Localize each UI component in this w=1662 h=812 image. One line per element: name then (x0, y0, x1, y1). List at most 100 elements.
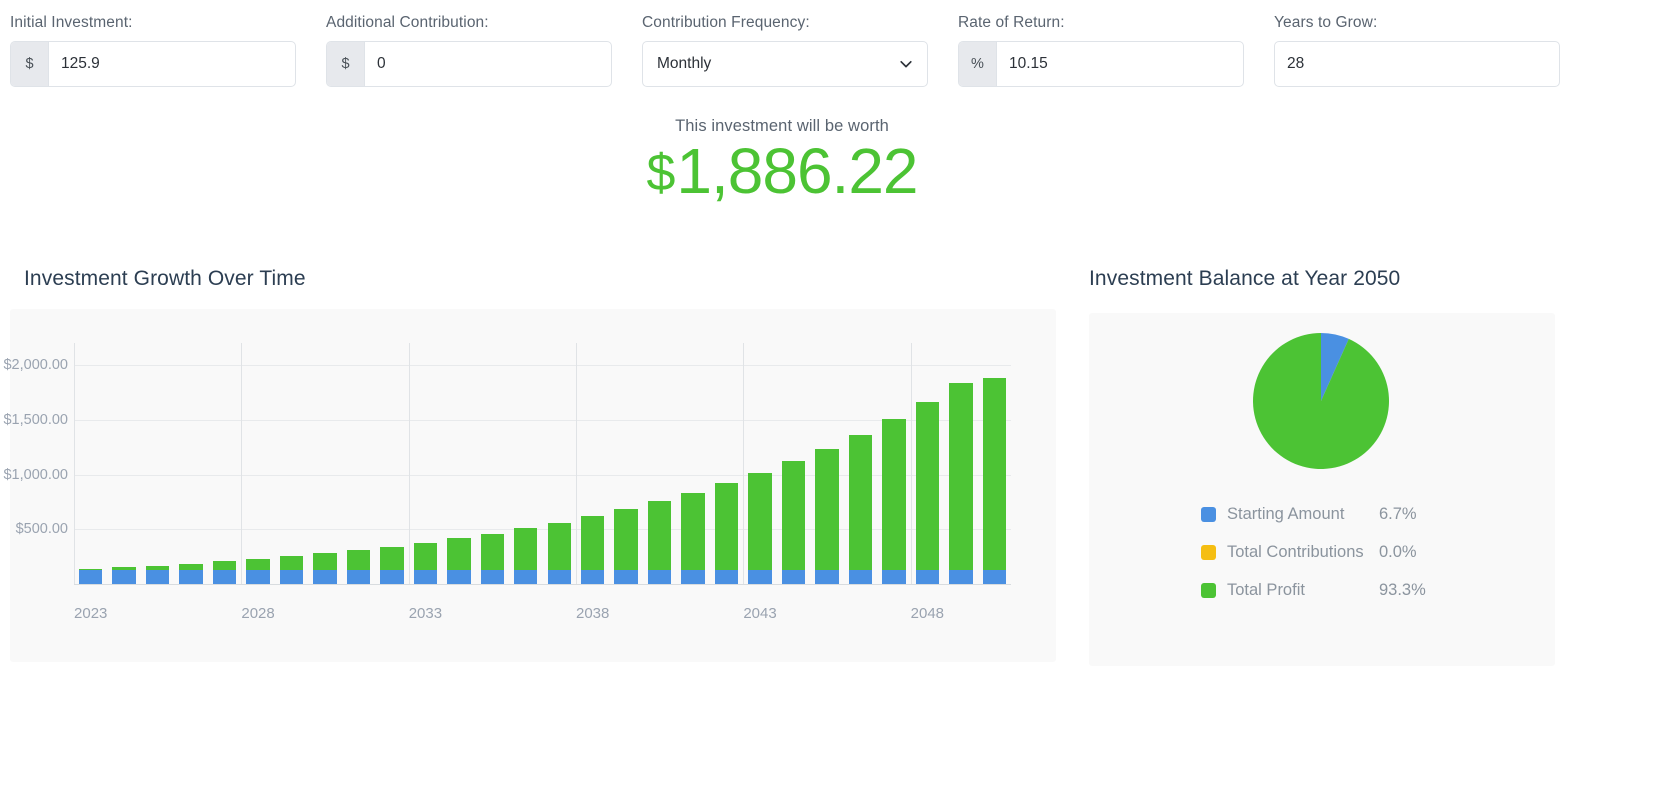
bar-column[interactable] (380, 547, 403, 585)
y-axis-tick-label: $1,500.00 (3, 412, 68, 428)
bar-column[interactable] (648, 501, 671, 584)
additional-contribution-input[interactable] (365, 42, 611, 86)
bar-column[interactable] (916, 402, 939, 584)
bar-segment-total-profit (514, 528, 537, 570)
bar-segment-starting-amount (548, 570, 571, 584)
bar-column[interactable] (849, 435, 872, 585)
investment-growth-chart-card: Investment Growth Over Time $500.00$1,00… (10, 267, 1056, 662)
bar-column[interactable] (715, 483, 738, 584)
legend-item-percent: 6.7% (1379, 505, 1417, 524)
y-gridline (74, 420, 1011, 421)
field-contribution-frequency: Contribution Frequency: Monthly (642, 14, 928, 87)
bar-column[interactable] (213, 561, 236, 584)
legend-item-label: Total Profit (1227, 581, 1379, 600)
bar-segment-total-profit (715, 483, 738, 570)
x-axis-tick-line (74, 343, 75, 584)
bar-column[interactable] (514, 528, 537, 584)
bar-column[interactable] (79, 569, 102, 584)
investment-growth-bar-chart: $500.00$1,000.00$1,500.00$2,000.00202320… (10, 309, 1056, 662)
bar-segment-total-profit (815, 449, 838, 571)
bar-segment-starting-amount (514, 570, 537, 584)
bar-column[interactable] (782, 461, 805, 584)
bar-column[interactable] (146, 566, 169, 585)
investment-balance-chart-card: Investment Balance at Year 2050 Starting… (1089, 267, 1555, 666)
legend-color-swatch-icon (1201, 545, 1216, 560)
label-additional-contribution: Additional Contribution: (326, 14, 612, 32)
x-axis-tick-label: 2048 (911, 605, 944, 622)
bar-segment-total-profit (648, 501, 671, 570)
contribution-frequency-select[interactable]: Monthly (642, 41, 928, 87)
pie-legend: Starting Amount6.7%Total Contributions0.… (1201, 495, 1426, 609)
field-initial-investment: Initial Investment: $ (10, 14, 296, 87)
bar-column[interactable] (681, 493, 704, 584)
years-to-grow-input-group[interactable] (1274, 41, 1560, 87)
dollar-addon-icon: $ (327, 42, 365, 86)
bar-column[interactable] (882, 419, 905, 584)
x-axis-tick-line (743, 343, 744, 584)
bar-segment-total-profit (782, 461, 805, 570)
bar-segment-total-profit (179, 564, 202, 571)
bar-segment-starting-amount (481, 570, 504, 584)
bar-column[interactable] (246, 559, 269, 584)
legend-item[interactable]: Starting Amount6.7% (1201, 495, 1426, 533)
bar-segment-starting-amount (380, 570, 403, 584)
y-gridline (74, 365, 1011, 366)
bar-segment-starting-amount (213, 570, 236, 584)
bar-segment-total-profit (380, 547, 403, 571)
bar-segment-starting-amount (581, 570, 604, 584)
bar-column[interactable] (581, 516, 604, 584)
x-axis-tick-label: 2028 (241, 605, 274, 622)
rate-of-return-input-group[interactable]: % (958, 41, 1244, 87)
bar-segment-starting-amount (246, 570, 269, 584)
bar-segment-starting-amount (79, 570, 102, 584)
percent-addon-icon: % (959, 42, 997, 86)
bar-column[interactable] (983, 378, 1006, 585)
bar-segment-starting-amount (715, 570, 738, 584)
contribution-frequency-value: Monthly (657, 55, 899, 73)
rate-of-return-input[interactable] (997, 42, 1243, 86)
bar-segment-total-profit (280, 556, 303, 570)
bar-segment-total-profit (681, 493, 704, 571)
legend-color-swatch-icon (1201, 583, 1216, 598)
bar-segment-total-profit (983, 378, 1006, 571)
bar-column[interactable] (815, 449, 838, 585)
initial-investment-input-group[interactable]: $ (10, 41, 296, 87)
additional-contribution-input-group[interactable]: $ (326, 41, 612, 87)
bar-column[interactable] (112, 567, 135, 584)
bar-column[interactable] (748, 473, 771, 584)
initial-investment-input[interactable] (49, 42, 295, 86)
bar-segment-starting-amount (179, 570, 202, 584)
bar-column[interactable] (481, 534, 504, 585)
bar-segment-starting-amount (983, 570, 1006, 584)
bar-segment-starting-amount (414, 570, 437, 584)
bar-column[interactable] (447, 538, 470, 584)
y-axis-tick-label: $1,000.00 (3, 467, 68, 483)
x-axis-tick-label: 2033 (409, 605, 442, 622)
investment-growth-chart-title: Investment Growth Over Time (24, 267, 1056, 291)
bar-segment-total-profit (481, 534, 504, 571)
bar-segment-starting-amount (447, 570, 470, 584)
x-axis-tick-line (409, 343, 410, 584)
legend-color-swatch-icon (1201, 507, 1216, 522)
result-currency-symbol: $ (646, 144, 674, 202)
pie-slice[interactable] (1253, 333, 1389, 469)
bar-column[interactable] (280, 556, 303, 584)
bar-column[interactable] (347, 550, 370, 584)
bar-segment-starting-amount (882, 570, 905, 584)
bar-column[interactable] (949, 383, 972, 584)
field-years-to-grow: Years to Grow: (1274, 14, 1560, 87)
legend-item[interactable]: Total Contributions0.0% (1201, 533, 1426, 571)
bar-segment-total-profit (748, 473, 771, 571)
bar-segment-starting-amount (782, 570, 805, 584)
x-axis-tick-line (911, 343, 912, 584)
legend-item[interactable]: Total Profit93.3% (1201, 571, 1426, 609)
bar-segment-total-profit (581, 516, 604, 570)
bar-segment-starting-amount (347, 570, 370, 584)
bar-column[interactable] (179, 564, 202, 585)
bar-column[interactable] (548, 523, 571, 585)
bar-segment-starting-amount (313, 570, 336, 584)
bar-column[interactable] (614, 509, 637, 584)
bar-column[interactable] (313, 553, 336, 584)
bar-column[interactable] (414, 543, 437, 585)
years-to-grow-input[interactable] (1275, 42, 1559, 86)
